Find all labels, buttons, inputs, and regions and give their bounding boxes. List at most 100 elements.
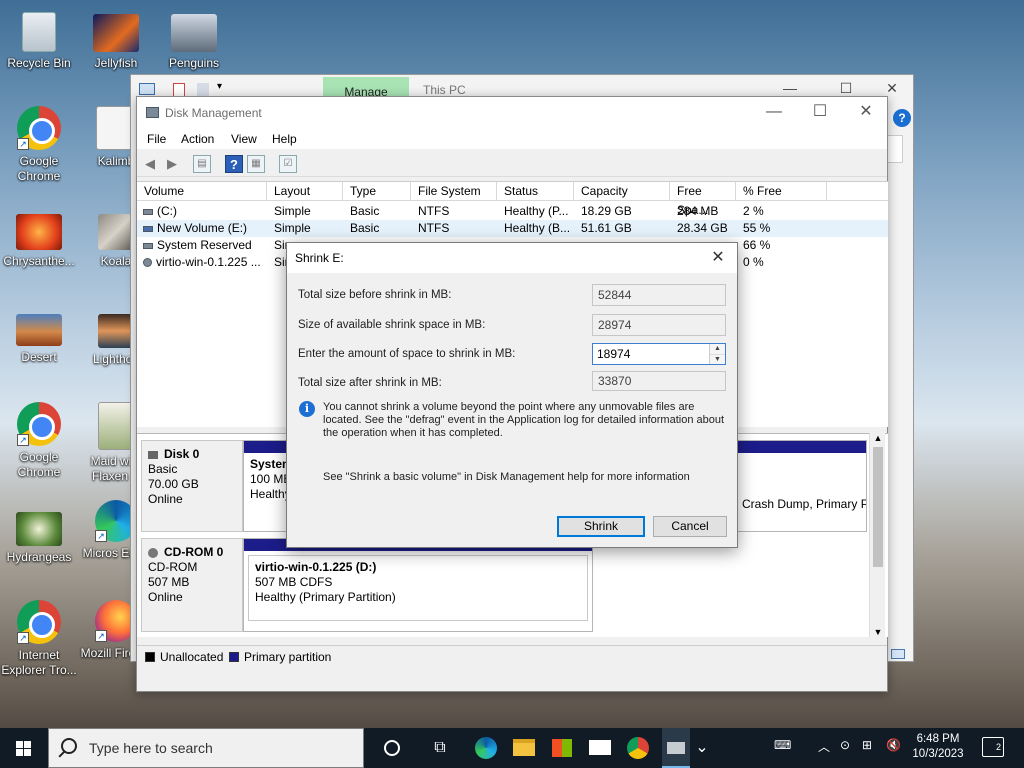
close-button[interactable]: ✕ <box>843 97 889 127</box>
cortana-icon[interactable] <box>380 736 404 760</box>
start-button[interactable] <box>0 728 48 768</box>
partition-c[interactable]: Crash Dump, Primary P <box>735 440 867 532</box>
help-icon[interactable]: ? <box>893 109 911 127</box>
microsoft-store-icon[interactable] <box>550 736 574 760</box>
desktop-icon-chrysanthemum[interactable]: Chrysanthe... <box>1 214 77 269</box>
list-view-icon[interactable]: ▦ <box>247 155 265 173</box>
dialog-title-bar[interactable]: Shrink E: ✕ <box>287 243 737 273</box>
minimize-icon[interactable]: — <box>783 81 797 95</box>
menu-file[interactable]: File <box>147 132 166 146</box>
status-bar-view-icon[interactable] <box>891 649 905 659</box>
increment-icon[interactable]: ▲ <box>710 344 725 354</box>
desktop-icon-penguins[interactable]: Penguins <box>156 14 232 71</box>
chrome-icon: ↗ <box>17 600 61 644</box>
table-row[interactable]: New Volume (E:) Simple Basic NTFS Health… <box>137 220 888 237</box>
shrink-button[interactable]: Shrink <box>557 516 645 537</box>
volume-muted-icon[interactable]: 🔇 <box>886 738 901 752</box>
keyboard-icon[interactable]: ⌨ <box>774 738 791 752</box>
help-icon[interactable]: ? <box>225 155 243 173</box>
column-percent-free[interactable]: % Free <box>736 182 827 201</box>
shrink-dialog[interactable]: Shrink E: ✕ Total size before shrink in … <box>286 242 738 548</box>
image-file-icon <box>16 314 62 346</box>
column-file-system[interactable]: File System <box>411 182 497 201</box>
shrink-amount-input[interactable] <box>593 344 709 364</box>
chrome-taskbar-icon[interactable] <box>626 736 650 760</box>
menu-help[interactable]: Help <box>272 132 297 146</box>
desktop-icon-google-chrome[interactable]: ↗ Google Chrome <box>1 106 77 184</box>
meet-now-icon[interactable]: ⊙ <box>840 738 850 752</box>
taskbar-clock[interactable]: 6:48 PM 10/3/2023 <box>908 732 968 762</box>
shrink-amount-stepper[interactable]: ▲ ▼ <box>592 343 726 365</box>
new-folder-icon[interactable] <box>197 83 209 97</box>
desktop-icon-label: Internet Explorer Tro... <box>1 648 77 677</box>
search-box[interactable] <box>887 135 903 163</box>
free-cell: 28.34 GB <box>677 221 728 235</box>
layout-cell: Simple <box>274 204 311 218</box>
forward-arrow-icon[interactable]: ▶ <box>163 155 181 173</box>
column-type[interactable]: Type <box>343 182 411 201</box>
disk-management-taskbar-icon[interactable] <box>662 728 690 768</box>
scroll-down-icon[interactable]: ▼ <box>870 627 886 637</box>
menu-action[interactable]: Action <box>181 132 214 146</box>
cancel-button[interactable]: Cancel <box>653 516 727 537</box>
partition-name: virtio-win-0.1.225 (D:) <box>255 560 377 574</box>
column-free-space[interactable]: Free Spa... <box>670 182 736 217</box>
title-bar[interactable]: Disk Management — ☐ ✕ <box>137 97 887 129</box>
volume-icon <box>143 242 153 249</box>
network-icon[interactable]: ⊞ <box>862 738 872 752</box>
customize-quick-access-icon[interactable]: ▾ <box>217 81 222 92</box>
desktop-icon-hydrangeas[interactable]: Hydrangeas <box>1 512 77 565</box>
window-title: Disk Management <box>165 106 262 120</box>
column-status[interactable]: Status <box>497 182 574 201</box>
primary-partition-bar <box>244 441 292 453</box>
edge-taskbar-icon[interactable] <box>474 736 498 760</box>
overflow-chevron-icon[interactable]: ⌄ <box>694 736 710 760</box>
table-row[interactable]: (C:) Simple Basic NTFS Healthy (P... 18.… <box>137 203 888 220</box>
cdrom-0-header[interactable]: CD-ROM 0 CD-ROM 507 MB Online <box>141 538 243 632</box>
partition-cdrom[interactable]: virtio-win-0.1.225 (D:) 507 MB CDFS Heal… <box>243 538 593 632</box>
stepper-arrows: ▲ ▼ <box>709 344 725 364</box>
back-arrow-icon[interactable]: ◀ <box>141 155 159 173</box>
column-capacity[interactable]: Capacity <box>574 182 670 201</box>
maximize-button[interactable]: ☐ <box>797 97 843 127</box>
task-view-icon[interactable]: ⧉ <box>428 736 452 760</box>
available-space-field: 28974 <box>592 314 726 336</box>
scrollbar-thumb[interactable] <box>873 447 883 567</box>
status-cell: Healthy (B... <box>504 221 571 235</box>
scroll-up-icon[interactable]: ▲ <box>870 433 886 443</box>
maximize-icon[interactable]: ☐ <box>839 81 853 95</box>
desktop-icon-label: Chrysanthe... <box>3 254 75 268</box>
properties-icon[interactable] <box>173 83 185 97</box>
notification-center-icon[interactable]: 2 <box>982 737 1004 757</box>
desktop-icon-desert[interactable]: Desert <box>1 314 77 365</box>
desktop-icon-jellyfish[interactable]: Jellyfish <box>78 14 154 71</box>
show-hidden-icons-chevron[interactable]: ︿ <box>818 738 830 755</box>
desktop-icon-recycle-bin[interactable]: Recycle Bin <box>1 12 77 71</box>
disk-0-header[interactable]: Disk 0 Basic 70.00 GB Online <box>141 440 243 532</box>
mail-icon[interactable] <box>588 736 612 760</box>
column-volume[interactable]: Volume <box>137 182 267 201</box>
taskbar-search-box[interactable]: Type here to search <box>48 728 364 768</box>
disk-size: 70.00 GB <box>148 477 199 491</box>
percent-cell: 66 % <box>743 238 771 252</box>
close-button[interactable]: ✕ <box>703 245 733 271</box>
decrement-icon[interactable]: ▼ <box>710 354 725 364</box>
volume-cell: New Volume (E:) <box>143 220 267 237</box>
console-tree-icon[interactable]: ▤ <box>193 155 211 173</box>
close-icon[interactable]: ✕ <box>885 81 899 95</box>
disk-name: Disk 0 <box>164 447 200 461</box>
percent-cell: 55 % <box>743 221 771 235</box>
graphical-view-scrollbar[interactable]: ▲ ▼ <box>869 433 885 637</box>
properties-icon[interactable]: ☑ <box>279 155 297 173</box>
menu-view[interactable]: View <box>231 132 257 146</box>
search-placeholder: Type here to search <box>89 740 213 756</box>
column-layout[interactable]: Layout <box>267 182 343 201</box>
legend: Unallocated Primary partition <box>137 645 887 667</box>
minimize-button[interactable]: — <box>751 97 797 127</box>
file-explorer-icon[interactable] <box>512 736 536 760</box>
menu-bar: File Action View Help <box>137 129 887 149</box>
total-after-label: Total size after shrink in MB: <box>298 377 442 389</box>
desktop-icon-label: Penguins <box>168 56 220 70</box>
desktop-icon-internet-explorer[interactable]: ↗ Internet Explorer Tro... <box>1 600 77 678</box>
desktop-icon-google-chrome-2[interactable]: ↗ Google Chrome <box>1 402 77 480</box>
